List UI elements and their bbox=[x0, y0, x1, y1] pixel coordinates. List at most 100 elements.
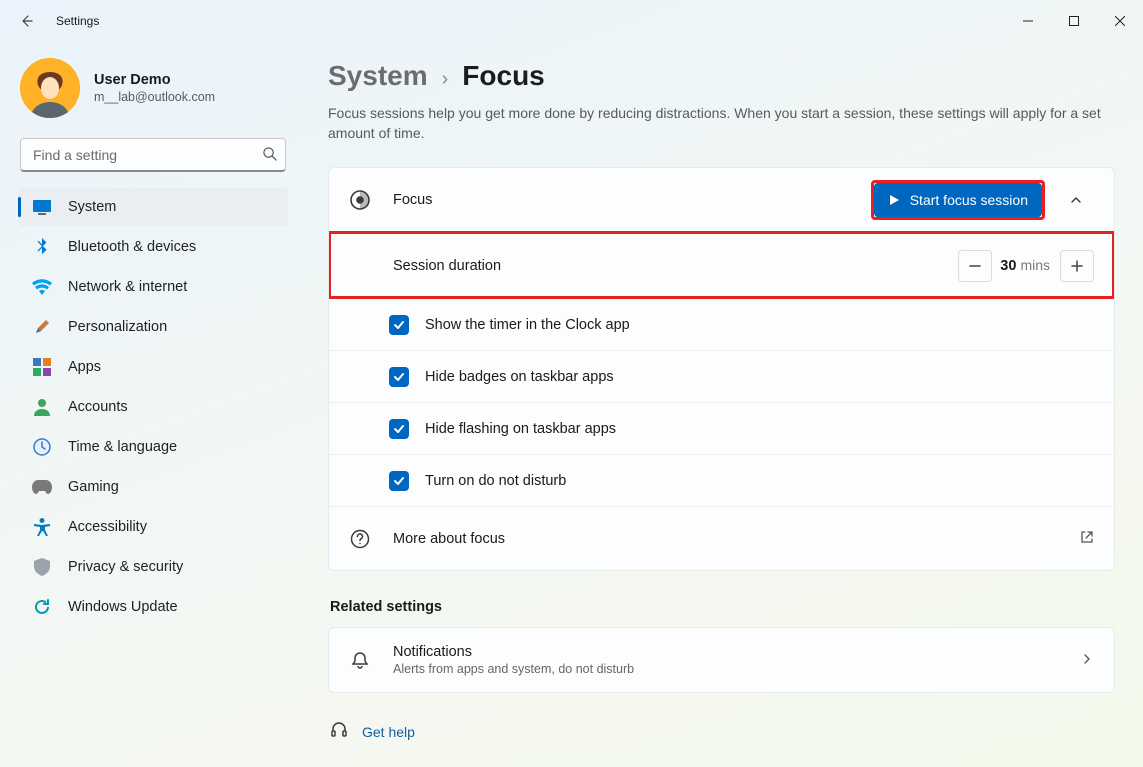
maximize-icon bbox=[1069, 16, 1079, 26]
sidebar-item-network[interactable]: Network & internet bbox=[18, 268, 288, 306]
decrease-button[interactable] bbox=[958, 250, 992, 282]
profile-block[interactable]: User Demo m__lab@outlook.com bbox=[18, 52, 288, 132]
sidebar-item-system[interactable]: System bbox=[18, 188, 288, 226]
sidebar: User Demo m__lab@outlook.com System Blue… bbox=[0, 42, 300, 767]
window-controls bbox=[1005, 0, 1143, 42]
sidebar-item-label: Apps bbox=[68, 359, 101, 375]
shield-icon bbox=[32, 557, 52, 577]
breadcrumb-parent[interactable]: System bbox=[328, 60, 428, 92]
back-button[interactable] bbox=[16, 11, 36, 31]
sidebar-item-label: Personalization bbox=[68, 319, 167, 335]
checkbox-checked[interactable] bbox=[389, 471, 409, 491]
more-about-focus-row[interactable]: More about focus bbox=[329, 506, 1114, 570]
related-settings-title: Related settings bbox=[330, 599, 1115, 615]
search-input[interactable] bbox=[31, 146, 262, 164]
option-label: Hide badges on taskbar apps bbox=[425, 369, 1094, 385]
profile-email: m__lab@outlook.com bbox=[94, 90, 215, 104]
plus-icon bbox=[1071, 260, 1083, 272]
sidebar-item-label: Time & language bbox=[68, 439, 177, 455]
check-icon bbox=[393, 319, 405, 331]
sidebar-item-label: System bbox=[68, 199, 116, 215]
increase-button[interactable] bbox=[1060, 250, 1094, 282]
related-panel: Notifications Alerts from apps and syste… bbox=[328, 627, 1115, 693]
sidebar-item-accounts[interactable]: Accounts bbox=[18, 388, 288, 426]
app-title: Settings bbox=[56, 14, 99, 28]
sync-icon bbox=[32, 597, 52, 617]
sidebar-item-accessibility[interactable]: Accessibility bbox=[18, 508, 288, 546]
clock-icon bbox=[32, 437, 52, 457]
gamepad-icon bbox=[32, 477, 52, 497]
chevron-up-icon bbox=[1069, 193, 1083, 207]
get-help-link[interactable]: Get help bbox=[328, 713, 1115, 750]
sidebar-item-label: Accessibility bbox=[68, 519, 147, 535]
option-row-timer[interactable]: Show the timer in the Clock app bbox=[329, 298, 1114, 350]
sidebar-item-label: Windows Update bbox=[68, 599, 178, 615]
sidebar-item-gaming[interactable]: Gaming bbox=[18, 468, 288, 506]
sidebar-item-label: Accounts bbox=[68, 399, 128, 415]
focus-header-label: Focus bbox=[393, 192, 872, 208]
focus-header-row[interactable]: Focus Start focus session bbox=[329, 168, 1114, 232]
close-button[interactable] bbox=[1097, 0, 1143, 42]
session-duration-label: Session duration bbox=[393, 258, 958, 274]
focus-icon bbox=[349, 189, 371, 211]
bluetooth-icon bbox=[32, 237, 52, 257]
sidebar-item-bluetooth[interactable]: Bluetooth & devices bbox=[18, 228, 288, 266]
sidebar-item-label: Network & internet bbox=[68, 279, 187, 295]
minimize-icon bbox=[1023, 16, 1033, 26]
sidebar-item-update[interactable]: Windows Update bbox=[18, 588, 288, 626]
sidebar-item-apps[interactable]: Apps bbox=[18, 348, 288, 386]
open-external-icon bbox=[1080, 530, 1094, 547]
minus-icon bbox=[969, 260, 981, 272]
check-icon bbox=[393, 475, 405, 487]
start-focus-button[interactable]: Start focus session bbox=[874, 183, 1042, 217]
avatar-icon bbox=[20, 58, 80, 118]
title-bar: Settings bbox=[0, 0, 1143, 42]
more-about-label: More about focus bbox=[393, 531, 1080, 547]
check-icon bbox=[393, 423, 405, 435]
get-help-label: Get help bbox=[362, 724, 415, 740]
search-box[interactable] bbox=[20, 138, 286, 172]
arrow-left-icon bbox=[18, 13, 34, 29]
apps-icon bbox=[32, 357, 52, 377]
chevron-right-icon: › bbox=[442, 68, 449, 91]
sidebar-item-label: Gaming bbox=[68, 479, 119, 495]
sidebar-item-label: Privacy & security bbox=[68, 559, 183, 575]
checkbox-checked[interactable] bbox=[389, 367, 409, 387]
help-icon bbox=[349, 528, 371, 550]
notifications-sub: Alerts from apps and system, do not dist… bbox=[393, 662, 1080, 676]
wifi-icon bbox=[32, 277, 52, 297]
sidebar-item-privacy[interactable]: Privacy & security bbox=[18, 548, 288, 586]
checkbox-checked[interactable] bbox=[389, 315, 409, 335]
sidebar-item-time[interactable]: Time & language bbox=[18, 428, 288, 466]
avatar bbox=[20, 58, 80, 118]
search-icon bbox=[262, 146, 277, 164]
option-label: Show the timer in the Clock app bbox=[425, 317, 1094, 333]
bell-icon bbox=[349, 649, 371, 671]
duration-unit: mins bbox=[1020, 257, 1050, 273]
maximize-button[interactable] bbox=[1051, 0, 1097, 42]
duration-value: 30 bbox=[1000, 258, 1016, 274]
option-label: Hide flashing on taskbar apps bbox=[425, 421, 1094, 437]
option-row-flashing[interactable]: Hide flashing on taskbar apps bbox=[329, 402, 1114, 454]
profile-name: User Demo bbox=[94, 72, 215, 88]
session-duration-row: Session duration 30mins bbox=[329, 232, 1114, 298]
chevron-right-icon bbox=[1080, 652, 1094, 669]
checkbox-checked[interactable] bbox=[389, 419, 409, 439]
system-icon bbox=[32, 197, 52, 217]
brush-icon bbox=[32, 317, 52, 337]
duration-stepper: 30mins bbox=[958, 250, 1094, 282]
start-focus-label: Start focus session bbox=[910, 192, 1028, 208]
nav-list: System Bluetooth & devices Network & int… bbox=[18, 188, 288, 626]
breadcrumb-current: Focus bbox=[462, 60, 544, 92]
notifications-title: Notifications bbox=[393, 644, 1080, 660]
collapse-button[interactable] bbox=[1058, 182, 1094, 218]
minimize-button[interactable] bbox=[1005, 0, 1051, 42]
option-row-dnd[interactable]: Turn on do not disturb bbox=[329, 454, 1114, 506]
person-icon bbox=[32, 397, 52, 417]
notifications-row[interactable]: Notifications Alerts from apps and syste… bbox=[329, 628, 1114, 692]
sidebar-item-label: Bluetooth & devices bbox=[68, 239, 196, 255]
option-row-badges[interactable]: Hide badges on taskbar apps bbox=[329, 350, 1114, 402]
sidebar-item-personalization[interactable]: Personalization bbox=[18, 308, 288, 346]
page-description: Focus sessions help you get more done by… bbox=[328, 104, 1108, 143]
option-label: Turn on do not disturb bbox=[425, 473, 1094, 489]
